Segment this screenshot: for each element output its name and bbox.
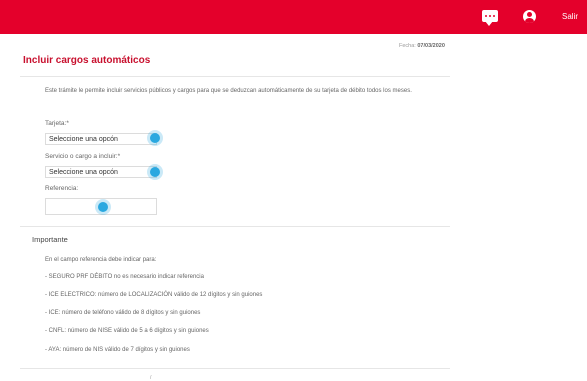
list-item: - SEGURO PRF DÉBITO no es necesario indi… bbox=[45, 274, 204, 280]
card-select[interactable]: Seleccione una opcón bbox=[45, 133, 157, 145]
important-heading: Importante bbox=[32, 235, 68, 244]
date-stamp: Fecha: 07/03/2020 bbox=[399, 43, 445, 49]
list-item: - ICE ELECTRICO: número de LOCALIZACIÓN … bbox=[45, 292, 263, 298]
date-value: 07/03/2020 bbox=[417, 43, 445, 49]
footer-mark: / bbox=[150, 375, 152, 381]
divider bbox=[20, 368, 450, 369]
service-label: Servicio o cargo a incluir:* bbox=[45, 153, 121, 160]
date-label: Fecha: bbox=[399, 43, 416, 49]
user-icon[interactable] bbox=[523, 10, 536, 23]
reference-hotspot-icon bbox=[98, 202, 108, 212]
card-hotspot-icon bbox=[150, 133, 160, 143]
page-title: Incluir cargos automáticos bbox=[23, 55, 151, 66]
card-label: Tarjeta:* bbox=[45, 120, 69, 127]
divider bbox=[20, 76, 450, 77]
logout-button[interactable]: Salir bbox=[562, 12, 578, 21]
service-select[interactable]: Seleccione una opcón bbox=[45, 166, 157, 178]
reference-label: Referencia: bbox=[45, 185, 79, 192]
list-item: - CNFL: número de NISE válido de 5 a 6 d… bbox=[45, 328, 209, 334]
important-intro: En el campo referencia debe indicar para… bbox=[45, 257, 157, 263]
service-hotspot-icon bbox=[150, 167, 160, 177]
chat-icon[interactable] bbox=[482, 10, 498, 26]
page-description: Este trámite le permite incluir servicio… bbox=[45, 88, 412, 94]
list-item: - AYA: número de NIS válido de 7 dígitos… bbox=[45, 347, 190, 353]
list-item: - ICE: número de teléfono válido de 8 dí… bbox=[45, 310, 201, 316]
top-bar: Salir bbox=[0, 0, 587, 34]
divider bbox=[20, 226, 450, 227]
